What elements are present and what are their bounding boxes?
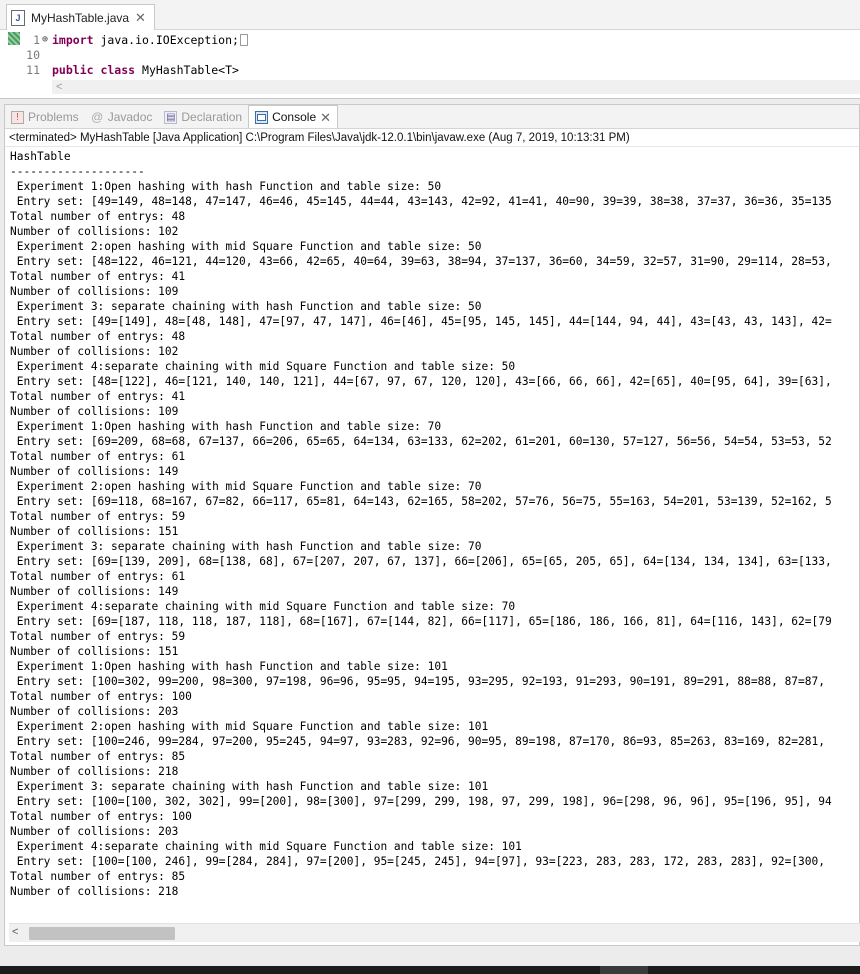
console-icon — [255, 110, 269, 124]
code-text: public class MyHashTable<T> — [52, 63, 239, 77]
scroll-left-icon[interactable]: < — [12, 926, 18, 938]
console-line: Entry set: [69=118, 68=167, 67=82, 66=11… — [10, 495, 832, 508]
console-line: Entry set: [69=[187, 118, 118, 187, 118]… — [10, 615, 832, 628]
console-line: Entry set: [69=209, 68=68, 67=137, 66=20… — [10, 435, 832, 448]
console-line: Number of collisions: 102 — [10, 225, 179, 238]
view-tab-bar: ! Problems @ Javadoc ▤ Declaration Conso… — [5, 105, 859, 129]
console-line: Experiment 2:open hashing with mid Squar… — [10, 720, 489, 733]
console-line: Total number of entrys: 85 — [10, 750, 186, 763]
console-line: Experiment 1:Open hashing with hash Func… — [10, 180, 442, 193]
keyword: import — [52, 32, 94, 47]
tab-label: Problems — [28, 110, 79, 124]
javadoc-icon: @ — [91, 110, 104, 124]
code-rest: MyHashTable<T> — [135, 62, 239, 77]
line-number: 11 — [26, 62, 40, 77]
keyword: public class — [52, 62, 136, 77]
code-line[interactable]: 1 ⊕ import java.io.IOException; — [0, 32, 248, 47]
console-line: Total number of entrys: 61 — [10, 450, 186, 463]
code-text: import java.io.IOException; — [52, 33, 239, 47]
console-line: Experiment 3: separate chaining with has… — [10, 780, 489, 793]
console-line: Total number of entrys: 100 — [10, 690, 192, 703]
console-line: Experiment 3: separate chaining with has… — [10, 300, 482, 313]
tab-console[interactable]: Console ✕ — [248, 105, 339, 128]
console-horizontal-scrollbar[interactable]: < — [9, 923, 860, 942]
console-line: Entry set: [100=[100, 246], 99=[284, 284… — [10, 855, 825, 868]
editor-horizontal-scrollbar[interactable]: < — [52, 80, 860, 94]
console-output[interactable]: HashTable -------------------- Experiment… — [10, 149, 860, 924]
console-line: Entry set: [100=[100, 302, 302], 99=[200… — [10, 795, 832, 808]
console-line: Entry set: [49=[149], 48=[48, 148], 47=[… — [10, 315, 832, 328]
console-line: Total number of entrys: 100 — [10, 810, 192, 823]
code-line[interactable]: 11 public class MyHashTable<T> — [0, 62, 239, 77]
console-line: Entry set: [100=246, 99=284, 97=200, 95=… — [10, 735, 825, 748]
tab-javadoc[interactable]: @ Javadoc — [85, 106, 159, 128]
console-line: Number of collisions: 109 — [10, 285, 179, 298]
line-number: 1 — [33, 32, 40, 47]
console-line: Entry set: [48=[122], 46=[121, 140, 140,… — [10, 375, 832, 388]
editor-area: J MyHashTable.java ✕ 1 ⊕ import java.io.… — [0, 0, 860, 99]
console-line: Number of collisions: 109 — [10, 405, 179, 418]
console-line: Number of collisions: 151 — [10, 645, 179, 658]
console-line: Total number of entrys: 61 — [10, 570, 186, 583]
console-line: Number of collisions: 218 — [10, 765, 179, 778]
tab-declaration[interactable]: ▤ Declaration — [158, 106, 248, 128]
console-line: Total number of entrys: 85 — [10, 870, 186, 883]
console-view: ! Problems @ Javadoc ▤ Declaration Conso… — [4, 104, 860, 946]
declaration-icon: ▤ — [164, 110, 178, 124]
console-line: Experiment 4:separate chaining with mid … — [10, 600, 516, 613]
editor-tab-label: MyHashTable.java — [31, 10, 130, 25]
close-icon[interactable]: ✕ — [320, 111, 331, 124]
folded-code-icon[interactable] — [239, 33, 248, 46]
console-line: Total number of entrys: 41 — [10, 390, 186, 403]
console-line: Number of collisions: 151 — [10, 525, 179, 538]
console-line: Number of collisions: 149 — [10, 465, 179, 478]
console-line: Total number of entrys: 41 — [10, 270, 186, 283]
console-line: Number of collisions: 102 — [10, 345, 179, 358]
tab-label: Declaration — [181, 110, 243, 124]
problems-icon: ! — [11, 110, 24, 124]
console-line: Experiment 4:separate chaining with mid … — [10, 840, 522, 853]
console-line: Experiment 3: separate chaining with has… — [10, 540, 482, 553]
editor-tab-myhashtable[interactable]: J MyHashTable.java ✕ — [6, 4, 155, 30]
fold-expand-icon[interactable]: ⊕ — [42, 34, 52, 45]
scrollbar-thumb[interactable] — [29, 927, 175, 940]
console-line: Entry set: [48=122, 46=121, 44=120, 43=6… — [10, 255, 832, 268]
scroll-left-icon[interactable]: < — [56, 81, 62, 93]
console-line: Experiment 2:open hashing with mid Squar… — [10, 240, 482, 253]
line-number: 10 — [26, 47, 40, 62]
tab-problems[interactable]: ! Problems — [5, 106, 85, 128]
console-line: Total number of entrys: 59 — [10, 510, 186, 523]
console-line: Number of collisions: 149 — [10, 585, 179, 598]
console-line: Experiment 4:separate chaining with mid … — [10, 360, 516, 373]
console-line: Total number of entrys: 59 — [10, 630, 186, 643]
console-line: -------------------- — [10, 165, 145, 178]
console-line: Number of collisions: 218 — [10, 885, 179, 898]
tab-label: Javadoc — [107, 110, 153, 124]
console-line: Total number of entrys: 48 — [10, 330, 186, 343]
console-line: Entry set: [49=149, 48=148, 47=147, 46=4… — [10, 195, 832, 208]
taskbar — [0, 966, 860, 974]
editor-tab-bar: J MyHashTable.java ✕ — [0, 0, 860, 30]
console-line: Experiment 1:Open hashing with hash Func… — [10, 420, 442, 433]
code-line[interactable]: 10 — [0, 47, 52, 62]
console-line: Total number of entrys: 48 — [10, 210, 186, 223]
console-line: Entry set: [69=[139, 209], 68=[138, 68],… — [10, 555, 832, 568]
console-line: Number of collisions: 203 — [10, 825, 179, 838]
tab-label: Console — [272, 110, 317, 124]
console-line: Number of collisions: 203 — [10, 705, 179, 718]
console-line: HashTable — [10, 150, 71, 163]
console-line: Experiment 1:Open hashing with hash Func… — [10, 660, 448, 673]
console-line: Experiment 2:open hashing with mid Squar… — [10, 480, 482, 493]
console-line: Entry set: [100=302, 99=200, 98=300, 97=… — [10, 675, 825, 688]
java-file-icon: J — [11, 9, 25, 26]
code-rest: java.io.IOException; — [93, 32, 239, 47]
console-status-header: <terminated> MyHashTable [Java Applicati… — [5, 129, 859, 147]
close-icon[interactable]: ✕ — [135, 11, 146, 24]
taskbar-item[interactable] — [600, 966, 648, 974]
